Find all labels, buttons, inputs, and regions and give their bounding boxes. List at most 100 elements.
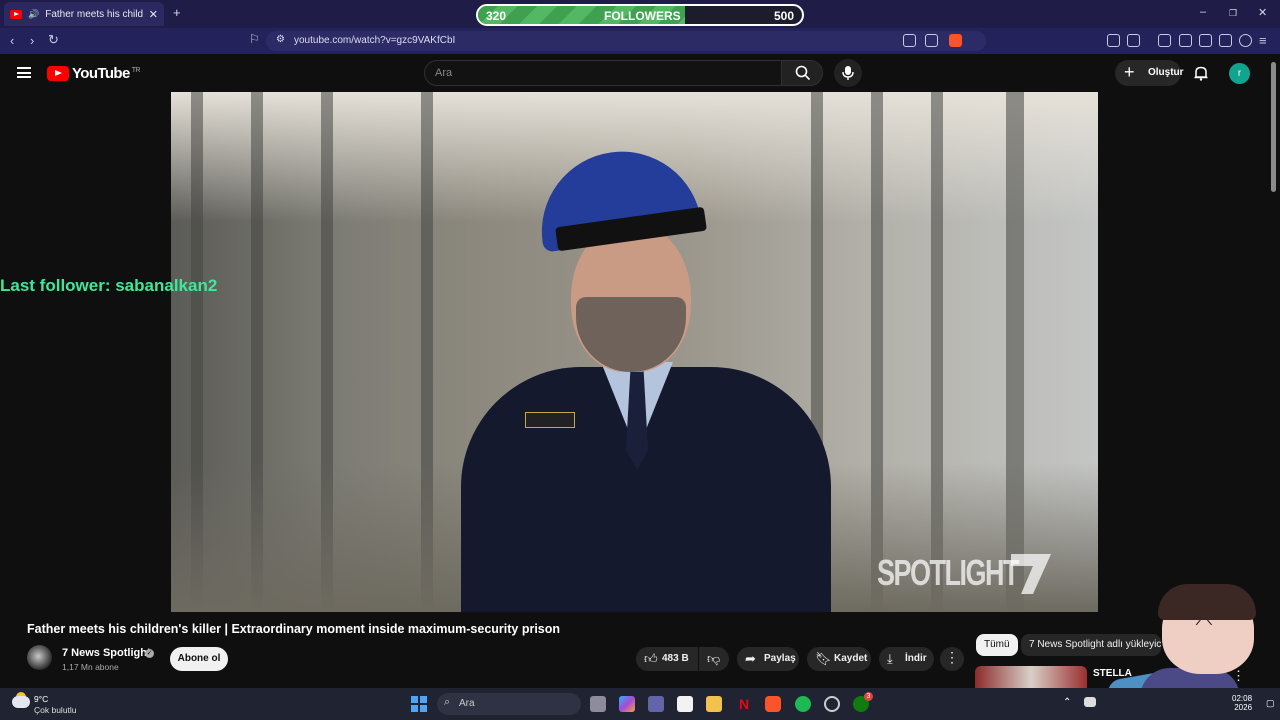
channel-name[interactable]: 7 News Spotlight: [62, 647, 151, 659]
share-icon: ➦: [745, 651, 756, 666]
media-icon[interactable]: [1158, 34, 1171, 47]
taskbar-search-input[interactable]: ⌕ Ara: [437, 693, 581, 715]
youtube-logo[interactable]: YouTube TR: [72, 65, 140, 82]
video-title: Father meets his children's killer | Ext…: [27, 622, 561, 636]
dislike-button[interactable]: 👎︎: [699, 647, 729, 671]
officer-beard: [576, 297, 686, 372]
share-page-icon[interactable]: [925, 34, 938, 47]
download-button[interactable]: ⤓ İndir: [879, 647, 934, 671]
followers-progress-widget: 320 FOLLOWERS 500: [476, 4, 804, 26]
teams-icon[interactable]: [648, 696, 664, 712]
mascot-hair: [1158, 584, 1256, 620]
file-explorer-icon[interactable]: [706, 696, 722, 712]
site-settings-icon[interactable]: ⚙: [276, 34, 285, 45]
like-button[interactable]: 👍︎ 483 B: [636, 647, 698, 671]
like-count: 483 B: [662, 653, 689, 664]
task-view-icon[interactable]: [590, 696, 606, 712]
reader-icon[interactable]: [1127, 34, 1140, 47]
youtube-favicon-icon: [10, 9, 22, 19]
weather-temperature[interactable]: 9°C: [34, 694, 48, 704]
minimize-button[interactable]: –: [1200, 6, 1206, 18]
thumbs-up-icon: 👍︎: [644, 651, 658, 666]
followers-label: FOLLOWERS: [604, 9, 681, 23]
new-tab-button[interactable]: +: [173, 5, 181, 20]
store-icon[interactable]: [677, 696, 693, 712]
maximize-button[interactable]: ❐: [1229, 8, 1237, 19]
youtube-logo-icon[interactable]: [47, 66, 69, 81]
spotlight-watermark: SPOTLIGHT: [877, 552, 1020, 593]
browser-tab-bar: 🔊 Father meets his children's killer ✕ +…: [0, 0, 1280, 28]
tab-title: Father meets his children's killer: [45, 8, 143, 20]
recommended-video-thumbnail[interactable]: [975, 666, 1087, 690]
brave-browser-icon[interactable]: [765, 696, 781, 712]
share-label: Paylaş: [764, 653, 796, 664]
subscribe-button[interactable]: Abone ol: [170, 647, 228, 671]
clock-time: 02:08: [1232, 694, 1253, 703]
copilot-icon[interactable]: [619, 696, 635, 712]
save-label: Kaydet: [834, 653, 868, 664]
taskbar-search-placeholder: Ara: [459, 698, 475, 709]
reload-icon[interactable]: ↻: [48, 32, 59, 48]
bookmark-icon[interactable]: ⚐: [249, 32, 260, 46]
leo-ai-icon[interactable]: [1219, 34, 1232, 47]
bookmark-save-icon: 🔖︎: [815, 651, 832, 666]
vpn-icon[interactable]: [1239, 34, 1252, 47]
microphone-icon: [842, 66, 854, 80]
sidebar-icon[interactable]: [1179, 34, 1192, 47]
subscriber-count: 1,17 Mn abone: [62, 662, 119, 672]
last-follower-overlay: Last follower: sabanalkan2: [0, 276, 218, 295]
close-window-button[interactable]: ✕: [1258, 6, 1267, 19]
voice-search-button[interactable]: [834, 59, 862, 87]
brave-shield-icon[interactable]: [949, 34, 962, 47]
spotify-icon[interactable]: [795, 696, 811, 712]
notifications-bell-icon[interactable]: [1193, 65, 1209, 81]
back-icon[interactable]: ‹: [10, 33, 14, 48]
windows-taskbar: 9°C Çok bulutlu ⌕ Ara N 3 ⌃ 02:08 2026 ▢: [0, 688, 1280, 720]
url-field[interactable]: ⚙ youtube.com/watch?v=gzc9VAKfCbI: [266, 31, 986, 51]
windows-start-icon[interactable]: [411, 696, 427, 712]
video-player[interactable]: SPOTLIGHT: [171, 92, 1098, 612]
create-button[interactable]: Oluştur: [1115, 60, 1184, 86]
mascot-face: ᐟ ᐠ: [1195, 618, 1213, 635]
speaker-icon: 🔊: [28, 8, 40, 19]
thumbs-down-icon: 👎︎: [707, 651, 721, 666]
weather-description[interactable]: Çok bulutlu: [34, 705, 77, 715]
notification-badge: 3: [864, 692, 873, 701]
account-avatar[interactable]: r: [1229, 63, 1250, 84]
search-icon: ⌕: [444, 696, 451, 708]
region-code: TR: [131, 67, 141, 74]
verified-check-icon: ✓: [145, 649, 154, 658]
taskbar-clock[interactable]: 02:08 2026: [1232, 694, 1252, 712]
notifications-icon[interactable]: ▢: [1266, 698, 1275, 709]
steam-icon[interactable]: [824, 696, 840, 712]
wallet-icon[interactable]: [1199, 34, 1212, 47]
hamburger-menu-icon[interactable]: [17, 67, 31, 78]
menu-icon[interactable]: ≡: [1259, 33, 1267, 48]
cast-icon[interactable]: [903, 34, 916, 47]
chip-uploader[interactable]: 7 News Spotlight adlı yükleyici: [1021, 634, 1161, 656]
browser-tab[interactable]: 🔊 Father meets his children's killer ✕: [4, 2, 164, 26]
clock-year: 2026: [1234, 703, 1253, 712]
more-actions-button[interactable]: ⋮: [940, 647, 964, 671]
extensions-icon[interactable]: [1107, 34, 1120, 47]
weather-cloud-icon[interactable]: [12, 696, 30, 708]
search-input[interactable]: Ara: [424, 60, 782, 86]
discord-tray-icon[interactable]: [1084, 697, 1096, 707]
page-scrollbar[interactable]: [1271, 62, 1276, 192]
system-tray-expand-icon[interactable]: ⌃: [1063, 697, 1071, 708]
officer-nametag: [525, 412, 575, 428]
search-icon: [795, 65, 811, 81]
youtube-header: YouTubeTR Ara Oluştur r: [0, 54, 1280, 92]
close-tab-icon[interactable]: ✕: [149, 8, 158, 21]
channel-avatar[interactable]: [27, 645, 52, 670]
share-button[interactable]: ➦ Paylaş: [737, 647, 799, 671]
save-button[interactable]: 🔖︎ Kaydet: [807, 647, 871, 671]
search-button[interactable]: [781, 60, 823, 86]
download-icon: ⤓: [887, 651, 893, 666]
followers-goal: 500: [773, 9, 794, 23]
chip-all[interactable]: Tümü: [976, 634, 1018, 656]
url-text: youtube.com/watch?v=gzc9VAKfCbI: [294, 35, 456, 46]
netflix-icon[interactable]: N: [736, 696, 752, 712]
forward-icon[interactable]: ›: [30, 33, 34, 48]
browser-address-bar: ‹ › ↻ ⚐ ⚙ youtube.com/watch?v=gzc9VAKfCb…: [0, 28, 1280, 72]
